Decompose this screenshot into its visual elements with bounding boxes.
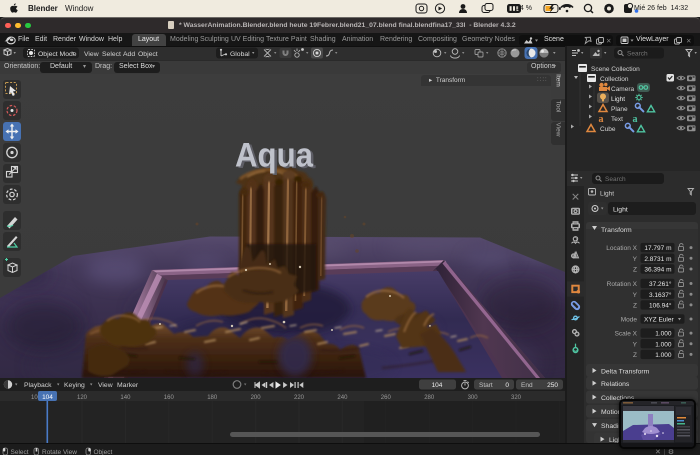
svg-text:Y: Y (633, 256, 638, 263)
svg-text:17.797 m: 17.797 m (644, 245, 671, 252)
svg-text:Plane: Plane (611, 106, 628, 113)
svg-text:3.1637°: 3.1637° (649, 291, 672, 299)
svg-text:320: 320 (511, 395, 522, 401)
svg-text:Select: Select (102, 51, 121, 58)
svg-text:300: 300 (468, 395, 479, 401)
svg-text:260: 260 (381, 395, 392, 401)
svg-text:2.8731 m: 2.8731 m (644, 256, 671, 263)
svg-text:Transform: Transform (601, 227, 632, 234)
svg-text:Light: Light (600, 191, 614, 198)
svg-text:Relations: Relations (601, 381, 630, 388)
svg-text:a: a (633, 114, 638, 125)
svg-text:XYZ Euler: XYZ Euler (644, 317, 674, 324)
svg-text:Rotate View: Rotate View (42, 449, 77, 455)
svg-text:Global: Global (230, 51, 250, 58)
svg-text:240: 240 (337, 395, 348, 401)
svg-text:1.000: 1.000 (655, 331, 672, 338)
svg-text:120: 120 (77, 395, 88, 401)
svg-text:160: 160 (164, 395, 175, 401)
svg-text:106.94°: 106.94° (649, 302, 672, 310)
svg-text:Search: Search (627, 51, 648, 58)
svg-text:Delta Transform: Delta Transform (601, 369, 650, 376)
svg-text:Add: Add (123, 51, 135, 58)
svg-text:Aqua: Aqua (235, 137, 314, 175)
svg-text:✕｜⚙: ✕｜⚙ (655, 448, 674, 455)
svg-text:Cube: Cube (600, 126, 616, 133)
svg-text:Text: Text (611, 116, 623, 123)
svg-text:End: End (521, 382, 533, 389)
svg-text:Camera: Camera (611, 86, 635, 93)
svg-text:104: 104 (42, 394, 53, 401)
svg-text:Scale X: Scale X (615, 331, 638, 338)
svg-text:Mode: Mode (621, 317, 638, 324)
svg-text:37.261°: 37.261° (649, 280, 672, 288)
svg-text:View: View (84, 51, 99, 58)
svg-text:Object: Object (94, 449, 113, 455)
svg-text:Rotation X: Rotation X (607, 281, 638, 288)
svg-text:180: 180 (207, 395, 218, 401)
svg-text:Scene Collection: Scene Collection (591, 66, 640, 73)
svg-text:0: 0 (505, 382, 509, 389)
svg-text:Search: Search (605, 176, 626, 183)
svg-text:1.000: 1.000 (655, 352, 672, 359)
svg-text:Y: Y (633, 292, 638, 299)
svg-text:Marker: Marker (117, 382, 139, 389)
svg-text:Collection: Collection (600, 76, 629, 83)
svg-text:Playback: Playback (24, 382, 52, 389)
svg-text:Z: Z (633, 267, 637, 274)
svg-text:36.394 m: 36.394 m (644, 267, 671, 274)
svg-text:Start: Start (479, 382, 493, 389)
svg-text:250: 250 (547, 382, 558, 389)
svg-text:Z: Z (633, 303, 637, 310)
svg-text:Select: Select (11, 449, 29, 455)
svg-text:Light: Light (613, 207, 628, 214)
svg-text:1.000: 1.000 (655, 341, 672, 348)
svg-text:Object Mode: Object Mode (38, 51, 77, 58)
svg-text:Object: Object (138, 51, 158, 58)
svg-text:View: View (98, 382, 113, 389)
svg-text:220: 220 (294, 395, 305, 401)
svg-text:Light: Light (611, 96, 625, 103)
svg-text:140: 140 (120, 395, 131, 401)
svg-text:280: 280 (424, 395, 435, 401)
svg-text:200: 200 (251, 395, 262, 401)
svg-text:a: a (599, 114, 604, 125)
svg-text:Z: Z (633, 352, 637, 359)
svg-text:Keying: Keying (64, 382, 85, 389)
svg-text:104: 104 (432, 382, 443, 389)
svg-text:Y: Y (633, 341, 638, 348)
svg-text:Location X: Location X (606, 245, 637, 252)
